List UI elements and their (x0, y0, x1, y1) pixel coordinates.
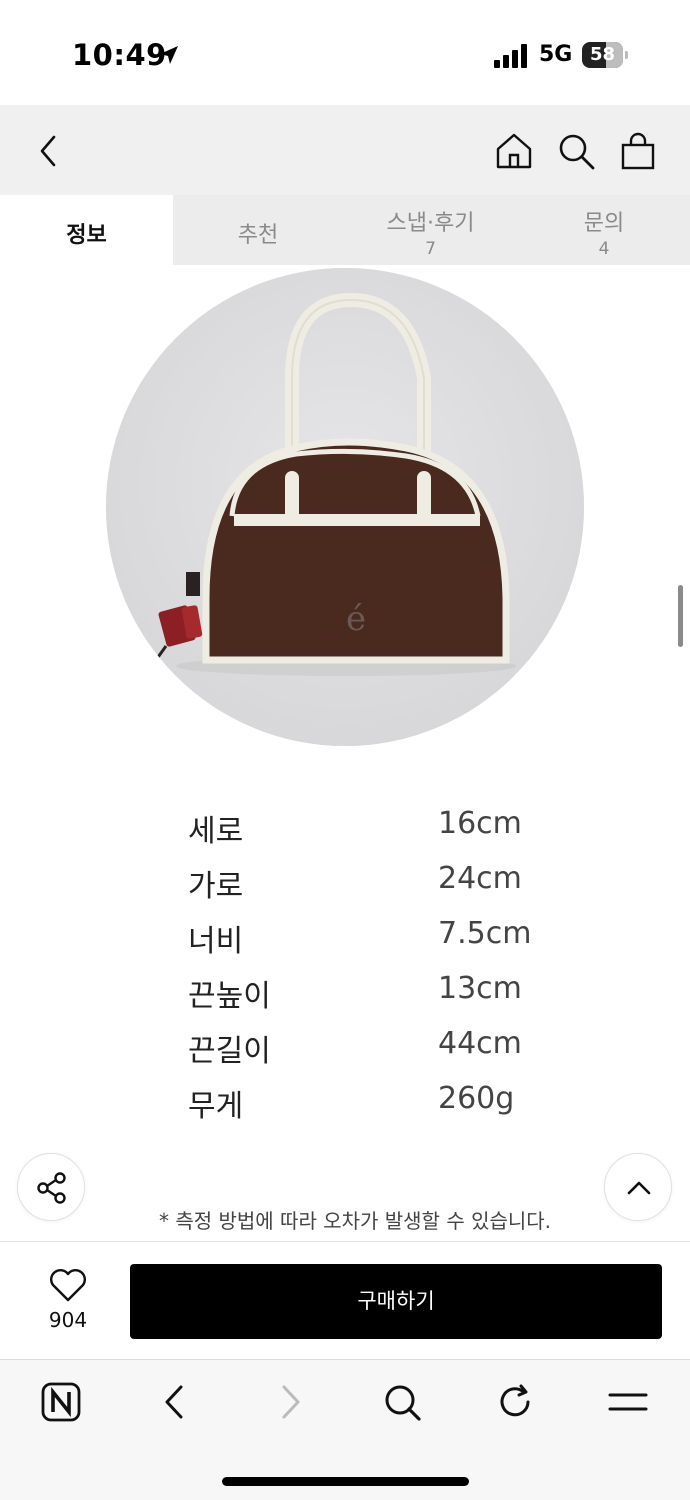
battery-icon: 58 (582, 42, 628, 68)
spec-row: 끈높이 13cm (188, 971, 608, 1026)
spec-label: 가로 (188, 869, 244, 904)
share-icon (37, 1172, 66, 1204)
home-icon[interactable] (494, 131, 534, 171)
browser-forward-icon[interactable] (270, 1382, 310, 1422)
tab-info-label: 정보 (66, 223, 107, 248)
spec-row: 무게 260g (188, 1081, 608, 1136)
spec-value: 13cm (438, 971, 522, 1006)
spec-value: 7.5cm (438, 916, 532, 951)
spec-row: 너비 7.5cm (188, 916, 608, 971)
chevron-left-icon[interactable] (28, 131, 68, 171)
tab-recommend-label: 추천 (237, 223, 279, 248)
chevron-up-icon (627, 1181, 651, 1195)
browser-toolbar (0, 1359, 690, 1500)
status-bar: 10:49 5G 58 (0, 0, 690, 105)
home-indicator (222, 1477, 469, 1486)
refresh-icon[interactable] (495, 1382, 535, 1422)
heart-icon (50, 1269, 86, 1302)
spec-value: 44cm (438, 1026, 522, 1061)
network-type: 5G (539, 42, 573, 67)
buy-button[interactable]: 구매하기 (130, 1264, 662, 1339)
tab-snap-review-count: 7 (425, 239, 436, 259)
spec-label: 끈높이 (188, 979, 271, 1014)
tab-info[interactable]: 정보 (0, 195, 173, 265)
spec-value: 260g (438, 1081, 515, 1116)
spec-label: 너비 (188, 924, 244, 959)
product-image: é (106, 268, 584, 746)
browser-search-icon[interactable] (382, 1382, 422, 1422)
detail-tabs: 정보 추천 스냅·후기 7 문의 4 (0, 195, 690, 265)
shopping-bag-icon[interactable] (618, 131, 658, 171)
purchase-bar: 904 구매하기 (0, 1241, 690, 1359)
spec-value: 24cm (438, 861, 522, 896)
menu-icon[interactable] (608, 1382, 648, 1422)
cellular-signal-icon (494, 44, 527, 68)
search-icon[interactable] (556, 131, 596, 171)
spec-label: 끈길이 (188, 1034, 271, 1069)
like-count: 904 (48, 1308, 88, 1332)
tab-snap-review[interactable]: 스냅·후기 7 (343, 195, 518, 265)
brand-logo: é (346, 599, 366, 639)
spec-label: 무게 (188, 1089, 244, 1124)
browser-back-icon[interactable] (155, 1382, 195, 1422)
naver-home-icon[interactable] (41, 1382, 81, 1422)
spec-value: 16cm (438, 806, 522, 841)
spec-row: 끈길이 44cm (188, 1026, 608, 1081)
measurement-notice: * 측정 방법에 따라 오차가 발생할 수 있습니다. (158, 1209, 552, 1233)
tab-snap-review-label: 스냅·후기 (386, 211, 475, 236)
status-time: 10:49 (72, 38, 167, 72)
tab-inquiry[interactable]: 문의 4 (518, 195, 690, 265)
like-button[interactable]: 904 (30, 1266, 106, 1336)
handbag-illustration: é (106, 268, 584, 746)
spec-label: 세로 (188, 814, 244, 849)
spec-row: 가로 24cm (188, 861, 608, 916)
scrollbar[interactable] (678, 585, 683, 647)
tab-inquiry-count: 4 (598, 239, 610, 259)
spec-row: 세로 16cm (188, 806, 608, 861)
app-header (0, 105, 690, 195)
tab-inquiry-label: 문의 (583, 211, 625, 236)
location-arrow-icon (160, 46, 178, 64)
tab-recommend[interactable]: 추천 (173, 195, 343, 265)
battery-level: 58 (589, 44, 616, 65)
